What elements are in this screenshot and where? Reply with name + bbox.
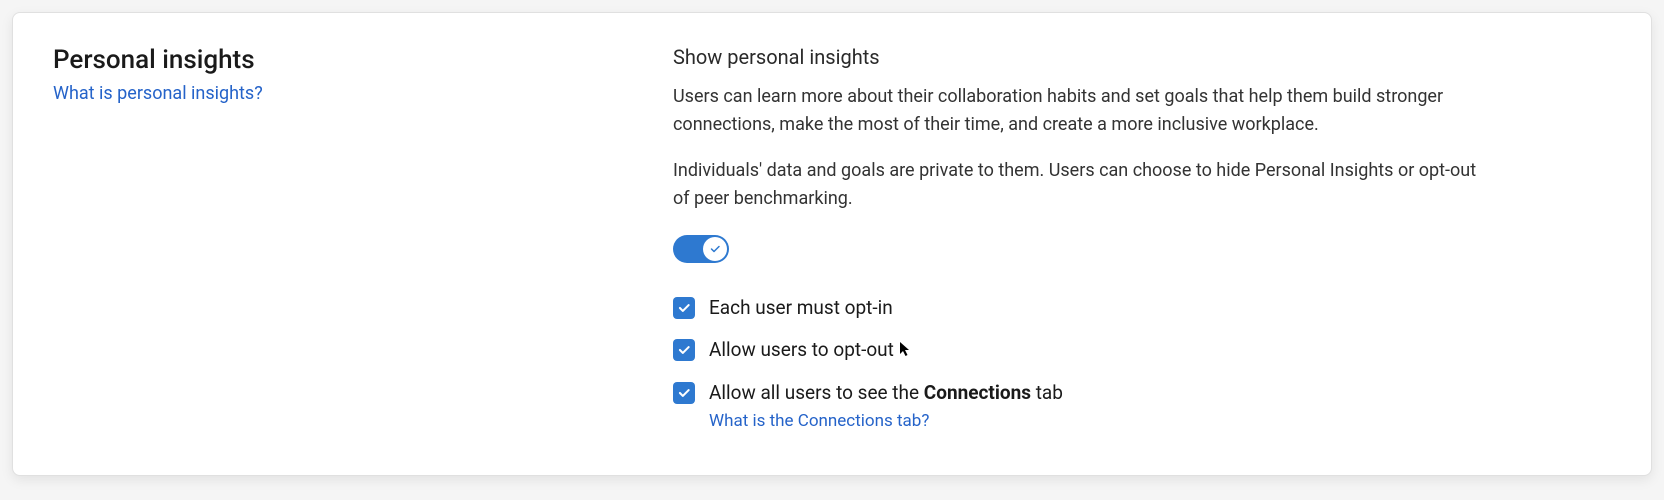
checkbox-label-wrap: Allow all users to see the Connections t… — [709, 380, 1063, 431]
check-icon — [709, 243, 721, 255]
checkbox-option-2[interactable] — [673, 382, 695, 404]
checkbox-label-wrap: Each user must opt-in — [709, 295, 893, 322]
left-column: Personal insights What is personal insig… — [53, 45, 613, 447]
right-column: Show personal insights Users can learn m… — [673, 45, 1493, 447]
label-text-pre: Allow all users to see the — [709, 381, 924, 404]
label-text-pre: Allow users to opt-out — [709, 338, 894, 361]
checkbox-label: Allow users to opt-out — [709, 337, 912, 364]
check-icon — [677, 386, 691, 400]
label-text-pre: Each user must opt-in — [709, 296, 893, 319]
label-text-bold: Connections — [924, 381, 1031, 404]
personal-insights-panel: Personal insights What is personal insig… — [12, 12, 1652, 476]
checkbox-label: Allow all users to see the Connections t… — [709, 380, 1063, 407]
checkbox-option-0[interactable] — [673, 297, 695, 319]
check-icon — [677, 343, 691, 357]
description-paragraph-2: Individuals' data and goals are private … — [673, 157, 1493, 213]
section-title: Personal insights — [53, 45, 613, 75]
description-paragraph-1: Users can learn more about their collabo… — [673, 83, 1493, 139]
checkbox-row: Allow all users to see the Connections t… — [673, 380, 1493, 431]
personal-insights-help-link[interactable]: What is personal insights? — [53, 83, 263, 104]
checkbox-row: Allow users to opt-out — [673, 337, 1493, 364]
checkbox-option-1[interactable] — [673, 339, 695, 361]
connections-tab-help-link[interactable]: What is the Connections tab? — [709, 411, 1063, 431]
checkbox-row: Each user must opt-in — [673, 295, 1493, 322]
label-text-post: tab — [1031, 381, 1063, 404]
check-icon — [677, 301, 691, 315]
checkbox-label: Each user must opt-in — [709, 295, 893, 322]
sub-heading: Show personal insights — [673, 45, 1493, 69]
show-personal-insights-toggle[interactable] — [673, 235, 729, 263]
cursor-icon — [898, 338, 912, 365]
toggle-knob — [703, 237, 727, 261]
checkbox-label-wrap: Allow users to opt-out — [709, 337, 912, 364]
